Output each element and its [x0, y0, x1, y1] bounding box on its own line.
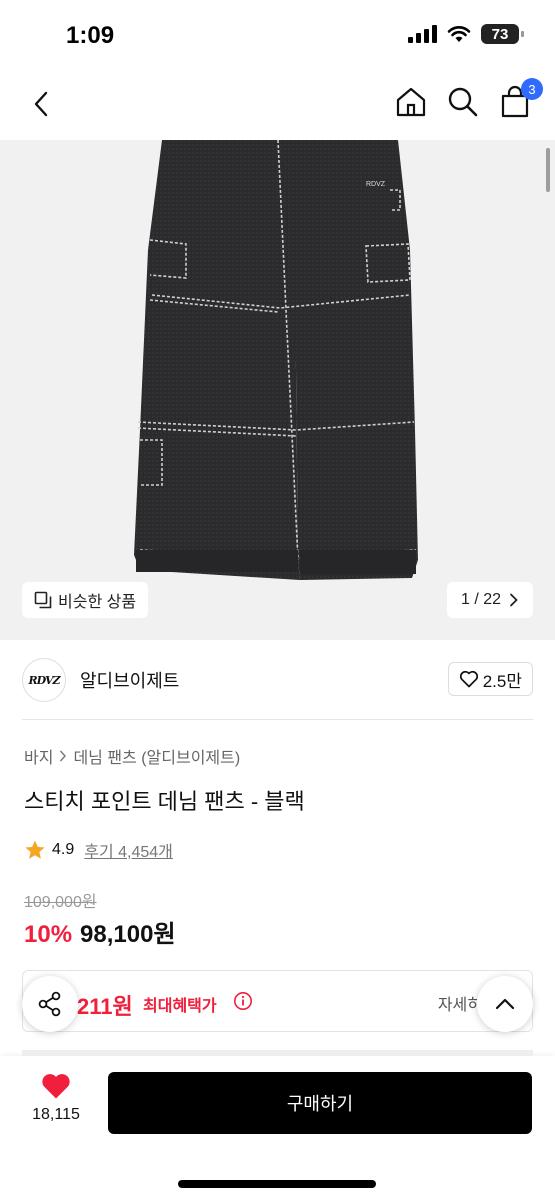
brand-like-count: 2.5만 — [482, 671, 522, 691]
price-row: 10% 98,100원 — [24, 914, 176, 949]
benefit-detail-link[interactable]: 자세히 — [438, 991, 482, 1015]
wishlist-button[interactable]: 18,115 — [24, 1072, 88, 1132]
chevron-right-icon — [60, 750, 67, 762]
chevron-right-icon — [510, 593, 518, 607]
home-indicator — [178, 1180, 376, 1188]
brand-like-button[interactable]: 2.5만 — [447, 662, 533, 696]
home-button[interactable] — [393, 84, 429, 120]
search-button[interactable] — [445, 84, 481, 120]
brand-name[interactable]: 알디브이제트 — [80, 667, 179, 693]
share-icon — [38, 991, 61, 1017]
battery-icon: 73 — [481, 24, 524, 44]
wishlist-count: 18,115 — [32, 1106, 80, 1123]
benefit-price: 211원 — [77, 994, 133, 1019]
discount-rate: 10% — [24, 921, 73, 948]
breadcrumb-subcategory[interactable]: 데님 팬츠 (알디브이제트) — [73, 744, 240, 768]
status-bar: 1:09 73 — [0, 0, 555, 72]
star-icon — [25, 840, 45, 859]
max-benefit-box[interactable]: 211원 최대혜택가 자세히 — [22, 970, 533, 1032]
scroll-top-button[interactable] — [477, 976, 533, 1032]
product-photo: RDVZ — [134, 140, 418, 580]
bottom-action-bar: 18,115 구매하기 — [0, 1056, 555, 1200]
rating-row: 4.9 후기 4,454개 — [24, 838, 173, 862]
heart-outline-icon — [459, 670, 478, 688]
image-counter: 1 / 22 — [460, 591, 501, 608]
status-time: 1:09 — [66, 22, 115, 49]
search-icon — [448, 87, 478, 117]
brand-logo[interactable]: RDVZ — [22, 658, 66, 702]
battery-level: 73 — [491, 25, 509, 43]
cart-button[interactable]: 3 — [497, 78, 543, 120]
review-count-link[interactable]: 후기 4,454개 — [84, 838, 173, 862]
info-icon[interactable] — [233, 991, 253, 1011]
brand-row: RDVZ 알디브이제트 2.5만 — [22, 656, 533, 704]
brand-logo-text: RDVZ — [28, 673, 60, 687]
breadcrumb: 바지 데님 팬츠 (알디브이제트) — [24, 744, 240, 768]
cart-count-badge: 3 — [521, 78, 543, 100]
buy-button-label: 구매하기 — [286, 1094, 354, 1114]
chevron-left-icon — [34, 91, 48, 117]
scroll-indicator[interactable] — [546, 148, 550, 192]
similar-products-label: 비슷한 상품 — [58, 594, 137, 611]
heart-filled-icon — [42, 1074, 70, 1099]
buy-button[interactable]: 구매하기 — [108, 1072, 532, 1134]
copy-icon — [34, 591, 52, 609]
breadcrumb-category[interactable]: 바지 — [24, 744, 53, 768]
status-icons: 73 — [408, 24, 524, 44]
similar-products-button[interactable]: 비슷한 상품 — [22, 582, 149, 618]
sale-price: 98,100원 — [80, 921, 176, 948]
image-counter-button[interactable]: 1 / 22 — [446, 582, 533, 618]
nav-actions: 3 — [393, 78, 543, 120]
signal-icon — [408, 25, 437, 43]
nav-bar: 3 — [0, 72, 555, 140]
share-button[interactable] — [22, 976, 78, 1032]
product-image-carousel[interactable]: RDVZ 비슷한 상품 1 / 22 — [0, 140, 555, 640]
rating-value: 4.9 — [52, 841, 75, 858]
divider — [22, 719, 533, 720]
product-title: 스티치 포인트 데님 팬츠 - 블랙 — [24, 789, 305, 814]
svg-text:RDVZ: RDVZ — [366, 181, 386, 188]
benefit-label: 최대혜택가 — [143, 998, 217, 1015]
wifi-icon — [447, 26, 471, 42]
chevron-up-icon — [495, 998, 515, 1010]
original-price: 109,000원 — [24, 894, 97, 911]
home-icon — [396, 87, 426, 117]
back-button[interactable] — [24, 86, 60, 122]
